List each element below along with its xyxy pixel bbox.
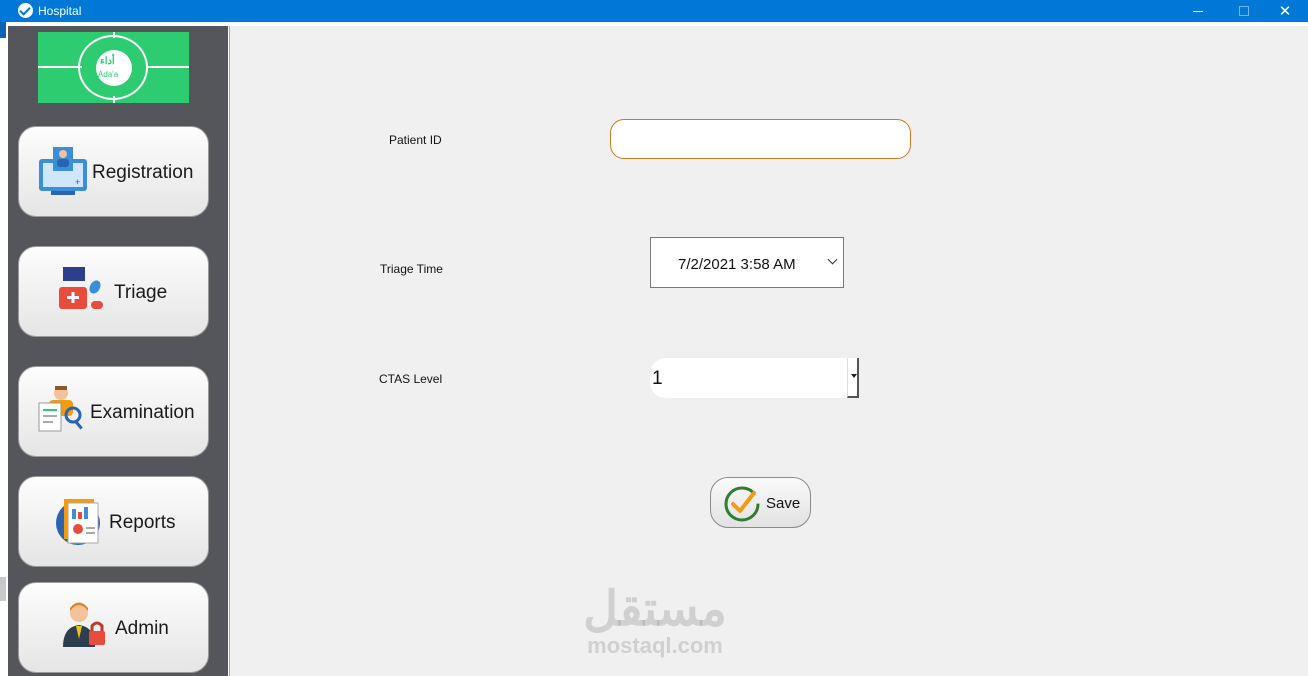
sidebar-item-label: Admin (115, 618, 169, 639)
dropdown-arrow-icon (851, 374, 857, 378)
minimize-button[interactable] (1175, 0, 1221, 22)
sidebar-item-label: Examination (90, 402, 195, 423)
sidebar-item-examination[interactable]: Examination (18, 366, 209, 457)
sidebar-item-registration[interactable]: + Registration (18, 126, 209, 217)
background-window-edge (0, 22, 8, 676)
ctas-level-select[interactable]: 1 (650, 358, 859, 398)
close-icon: ✕ (1278, 2, 1292, 20)
close-button[interactable]: ✕ (1262, 0, 1308, 22)
window-title: Hospital (38, 4, 82, 18)
patient-id-input[interactable] (610, 119, 911, 159)
app-window: Hospital ✕ أداء Ada'a + Registration Tri… (0, 0, 1308, 676)
main-content: Patient ID Triage Time 7/2/2021 3:58 AM … (229, 26, 1308, 676)
adaa-logo: أداء Ada'a (38, 32, 189, 103)
registration-icon: + (39, 147, 87, 195)
triage-time-value: 7/2/2021 3:58 AM (678, 256, 796, 273)
svg-text:+: + (75, 177, 80, 187)
save-button[interactable]: Save (710, 477, 811, 528)
sidebar-item-triage[interactable]: Triage (18, 246, 209, 337)
chevron-down-icon[interactable] (827, 254, 838, 265)
logo-text-ar: أداء (100, 56, 115, 67)
mostaql-watermark: مستقل mostaql.com (575, 586, 735, 658)
maximize-icon (1239, 6, 1249, 16)
check-circle-icon (724, 486, 760, 522)
reports-icon (56, 499, 100, 545)
triage-time-picker[interactable]: 7/2/2021 3:58 AM (650, 237, 844, 288)
triage-time-label: Triage Time (380, 262, 443, 276)
sidebar-item-label: Triage (114, 282, 168, 303)
sidebar-item-reports[interactable]: Reports (18, 476, 209, 567)
triage-icon (59, 267, 103, 309)
title-bar: Hospital ✕ (0, 0, 1308, 22)
sidebar-item-label: Reports (109, 512, 176, 533)
admin-icon (63, 602, 105, 647)
dropdown-arrow-button[interactable] (847, 358, 859, 398)
patient-id-label: Patient ID (389, 133, 442, 147)
examination-icon (38, 386, 83, 432)
app-check-icon (18, 3, 33, 18)
sidebar: أداء Ada'a + Registration Triage Examina… (8, 26, 228, 676)
watermark-ar: مستقل (583, 583, 727, 636)
minimize-icon (1193, 10, 1203, 12)
sidebar-item-admin[interactable]: Admin (18, 582, 209, 673)
maximize-button[interactable] (1221, 0, 1267, 22)
watermark-en: mostaql.com (587, 633, 723, 658)
sidebar-item-label: Registration (92, 162, 194, 183)
logo-text-en: Ada'a (98, 70, 119, 79)
ctas-level-label: CTAS Level (379, 372, 443, 386)
ctas-level-value: 1 (652, 368, 663, 389)
save-label: Save (766, 495, 801, 512)
